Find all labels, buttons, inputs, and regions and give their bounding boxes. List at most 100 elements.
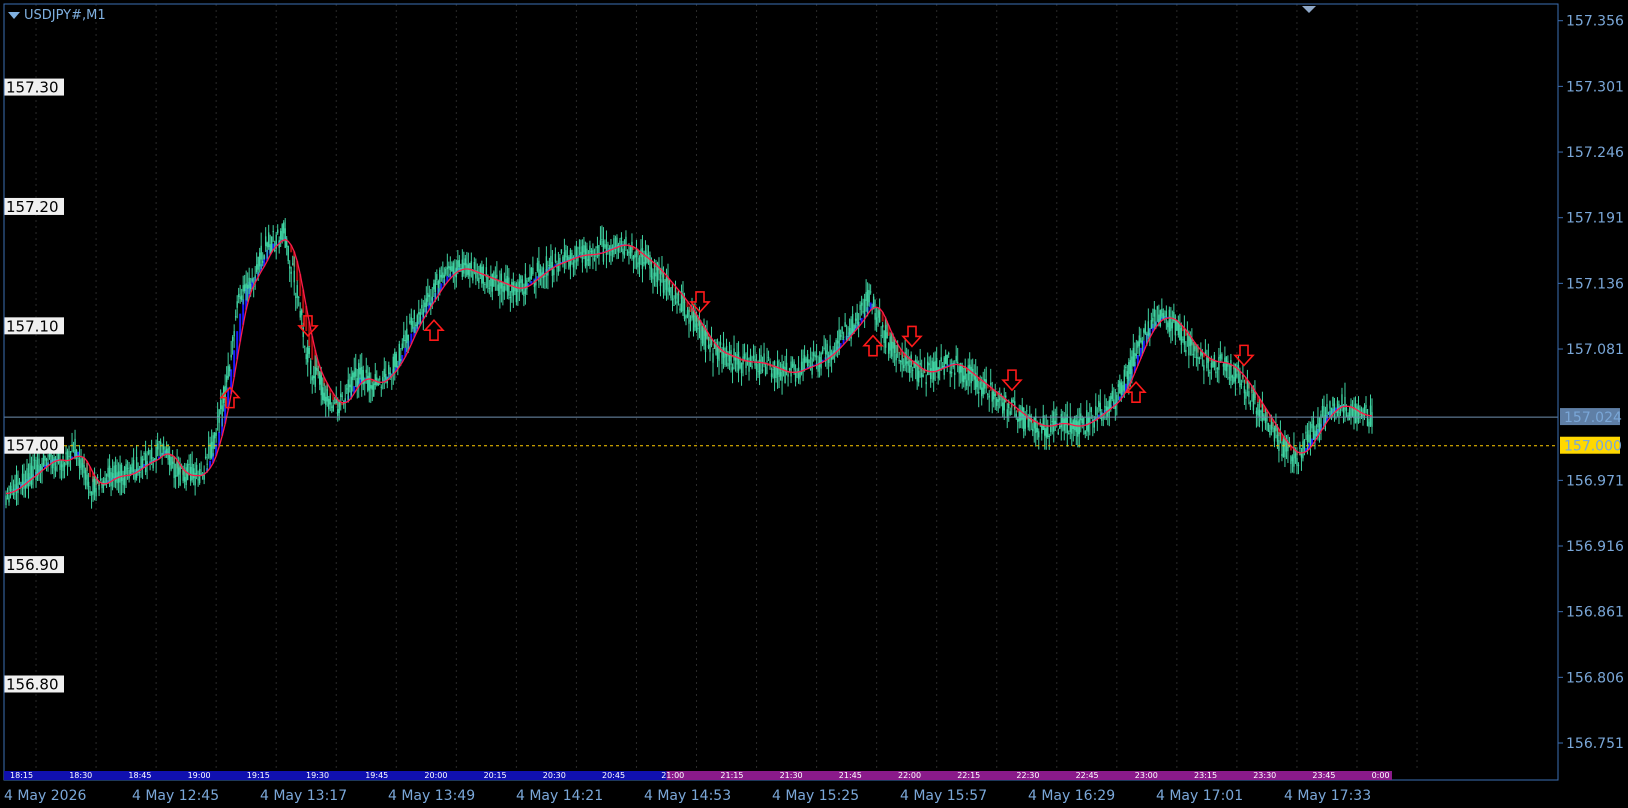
candle-body: [709, 343, 711, 353]
candle-body: [1236, 373, 1238, 378]
candle-body: [89, 491, 91, 494]
candle-body: [427, 292, 429, 302]
candle-body: [389, 372, 391, 374]
strip-time-label: 21:30: [780, 771, 803, 780]
candle-body: [1185, 349, 1187, 353]
candle-body: [613, 238, 615, 255]
candle-body: [1219, 354, 1222, 359]
ma-line-path: [5, 238, 1373, 495]
candle-body: [1078, 419, 1080, 435]
candle-body: [239, 296, 241, 300]
candle-body: [379, 378, 381, 380]
candle-body: [9, 485, 12, 491]
candle-body: [403, 334, 405, 342]
candle-body: [1224, 357, 1226, 371]
candle-body: [499, 282, 501, 295]
strip-time-label: 22:00: [898, 771, 921, 780]
candle-body: [350, 376, 352, 396]
price-chart[interactable]: 157.30 157.20 157.10 157.00 156.90 156.80 157…: [0, 0, 1628, 808]
candle-body: [473, 262, 476, 269]
candle-body: [1077, 421, 1079, 437]
candle-body: [1266, 417, 1268, 422]
candle-body: [592, 249, 594, 257]
candle-body: [707, 345, 710, 348]
candle-body: [458, 260, 461, 268]
candle-body: [1012, 400, 1014, 402]
symbol-title[interactable]: USDJPY#,M1: [8, 8, 106, 23]
candle-body: [692, 315, 695, 333]
strip-time-label: 19:00: [188, 771, 211, 780]
candle-body: [536, 262, 539, 272]
candle-body: [548, 264, 551, 266]
candle-body: [671, 298, 674, 301]
candle-body: [171, 461, 174, 464]
candle-body: [1281, 453, 1283, 456]
candle-body: [1018, 411, 1020, 422]
candle-body: [890, 341, 893, 357]
candle-body: [779, 372, 782, 377]
candle-body: [967, 365, 969, 381]
candle-body: [219, 400, 222, 410]
candle-body: [979, 382, 981, 389]
candle-body: [842, 336, 845, 338]
candle-body: [1110, 396, 1112, 409]
candle-body: [401, 343, 403, 349]
candle-body: [72, 449, 75, 452]
candle-body: [1023, 407, 1025, 432]
candle-body: [1338, 404, 1340, 417]
candle-body: [527, 278, 530, 280]
candle-body: [419, 312, 422, 323]
candle-body: [463, 262, 465, 274]
candle-body: [1003, 397, 1005, 411]
candle-body: [1254, 391, 1256, 400]
candle-body: [772, 369, 774, 371]
candle-body: [884, 325, 887, 348]
candle-body: [1036, 427, 1038, 433]
candle-body: [550, 255, 552, 268]
time-axis-label: 4 May 12:45: [132, 788, 219, 804]
candle-body: [404, 340, 406, 342]
candle-body: [1320, 414, 1322, 427]
candle-body: [1171, 322, 1174, 329]
strip-time-label: 20:00: [424, 771, 447, 780]
candle-body: [583, 245, 585, 253]
candle-body: [337, 409, 339, 416]
candle-body: [724, 354, 726, 366]
candle-body: [994, 393, 996, 397]
candle-body: [218, 409, 220, 423]
candle-body: [1099, 402, 1102, 412]
candle-body: [1126, 371, 1129, 380]
candle-body: [1282, 439, 1285, 457]
candle-body: [1095, 406, 1097, 415]
candle-body: [748, 361, 750, 372]
candle-body: [1017, 418, 1019, 422]
candle-body: [578, 247, 581, 249]
candle-body: [1062, 417, 1064, 423]
candle-body: [174, 475, 177, 477]
candle-body: [820, 352, 822, 369]
candle-body: [907, 361, 909, 366]
candle-body: [230, 354, 232, 358]
candle-body: [1252, 393, 1255, 411]
candle-body: [90, 491, 93, 496]
candle-body: [755, 364, 758, 371]
candle-body: [589, 245, 591, 266]
candle-body: [1308, 430, 1310, 442]
time-axis-label: 4 May 15:57: [900, 788, 987, 804]
candle-body: [1152, 318, 1154, 322]
candle-body: [439, 269, 441, 284]
candle-body: [356, 378, 358, 387]
candle-body: [1317, 417, 1319, 428]
candle-body: [996, 398, 998, 406]
candle-body: [448, 265, 450, 269]
candle-body: [1032, 428, 1034, 432]
dropdown-triangle-icon[interactable]: [8, 12, 20, 19]
candle-body: [769, 361, 771, 367]
strip-time-label: 19:15: [247, 771, 270, 780]
candle-body: [676, 301, 678, 304]
candle-body: [152, 458, 154, 469]
time-axis-label: 4 May 15:25: [772, 788, 859, 804]
candle-body: [1024, 415, 1026, 429]
candle-body: [328, 398, 330, 410]
chart-axes: 157.356 157.301 157.246 157.191 157.136 157.0…: [3, 3, 1624, 804]
